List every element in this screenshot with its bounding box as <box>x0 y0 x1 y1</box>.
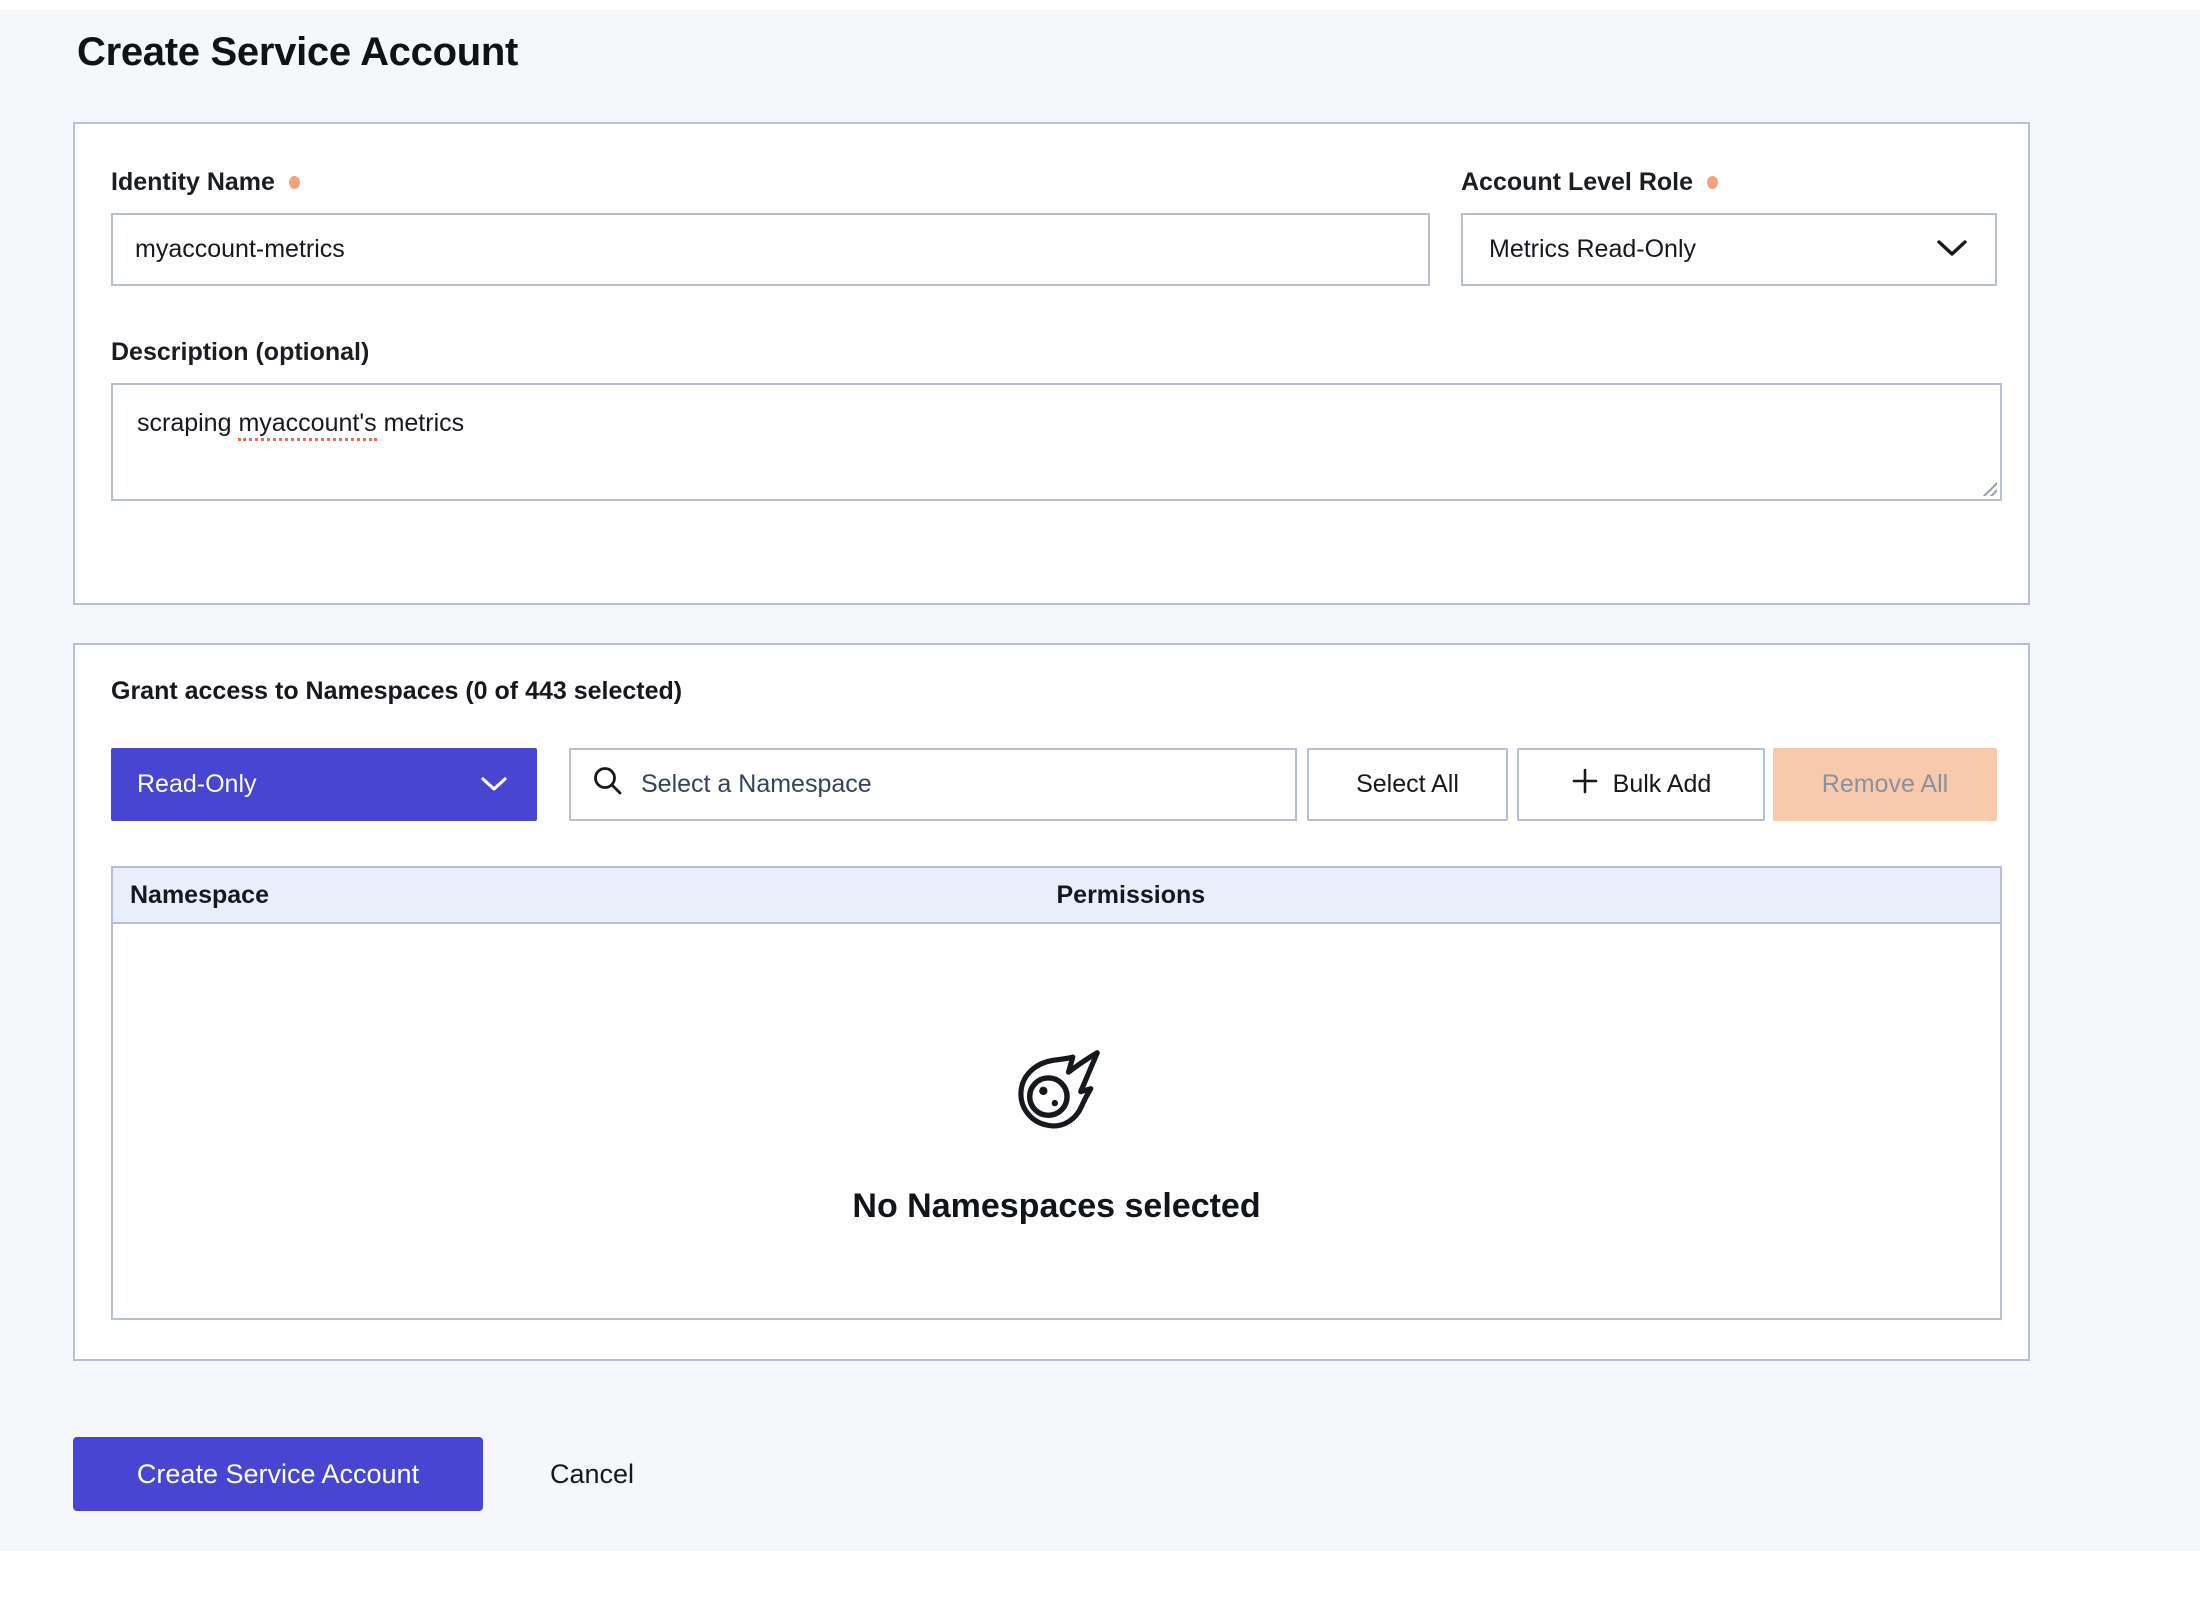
plus-icon <box>1571 767 1599 802</box>
required-dot-icon <box>1707 176 1718 189</box>
description-label-row: Description (optional) <box>111 338 1998 367</box>
account-level-role-select[interactable]: Metrics Read-Only <box>1461 213 1997 286</box>
identity-name-input[interactable] <box>111 213 1430 286</box>
description-label: Description (optional) <box>111 338 369 367</box>
remove-all-button[interactable]: Remove All <box>1773 748 1997 821</box>
namespaces-section-title: Grant access to Namespaces (0 of 443 sel… <box>111 677 1998 706</box>
empty-state-message: No Namespaces selected <box>852 1187 1260 1226</box>
account-level-role-value: Metrics Read-Only <box>1489 235 1696 264</box>
namespace-search-box[interactable] <box>569 748 1297 821</box>
search-icon <box>591 764 625 805</box>
required-dot-icon <box>289 176 300 189</box>
column-header-permissions: Permissions <box>1057 881 2001 910</box>
identity-name-label-row: Identity Name <box>111 168 1430 197</box>
create-service-account-button[interactable]: Create Service Account <box>73 1437 483 1511</box>
bulk-add-label: Bulk Add <box>1613 770 1712 799</box>
description-text-misspelled: myaccount's <box>238 409 376 441</box>
remove-all-label: Remove All <box>1822 770 1948 799</box>
chevron-down-icon <box>481 770 507 799</box>
top-edge-strip <box>0 0 2200 10</box>
identity-name-label: Identity Name <box>111 168 275 197</box>
namespaces-toolbar: Read-Only Select All <box>111 748 1998 821</box>
bottom-edge-strip <box>0 1551 2200 1600</box>
select-all-button[interactable]: Select All <box>1307 748 1508 821</box>
chevron-down-icon <box>1937 235 1967 264</box>
namespaces-table-header: Namespace Permissions <box>111 866 2002 922</box>
description-text-suffix: metrics <box>377 409 465 437</box>
account-level-role-label-row: Account Level Role <box>1461 168 1997 197</box>
permission-role-dropdown[interactable]: Read-Only <box>111 748 537 821</box>
column-header-namespace: Namespace <box>113 881 1057 910</box>
bulk-add-button[interactable]: Bulk Add <box>1517 748 1765 821</box>
description-text-prefix: scraping <box>137 409 238 437</box>
namespaces-card: Grant access to Namespaces (0 of 443 sel… <box>73 643 2030 1361</box>
permission-role-value: Read-Only <box>137 770 257 799</box>
textarea-resize-grip-icon[interactable] <box>1980 479 1997 496</box>
identity-form-card: Identity Name Account Level Role Metrics… <box>73 122 2030 605</box>
namespaces-table-body: No Namespaces selected <box>111 922 2002 1320</box>
cancel-button[interactable]: Cancel <box>550 1437 634 1511</box>
namespace-search-input[interactable] <box>641 770 1275 799</box>
description-textarea[interactable]: scraping myaccount's metrics <box>111 383 2002 501</box>
namespaces-table: Namespace Permissions No Namespaces sele… <box>111 866 2002 1320</box>
account-level-role-label: Account Level Role <box>1461 168 1693 197</box>
page-title: Create Service Account <box>77 30 518 75</box>
comet-icon <box>1011 1042 1103 1139</box>
select-all-label: Select All <box>1356 770 1459 799</box>
